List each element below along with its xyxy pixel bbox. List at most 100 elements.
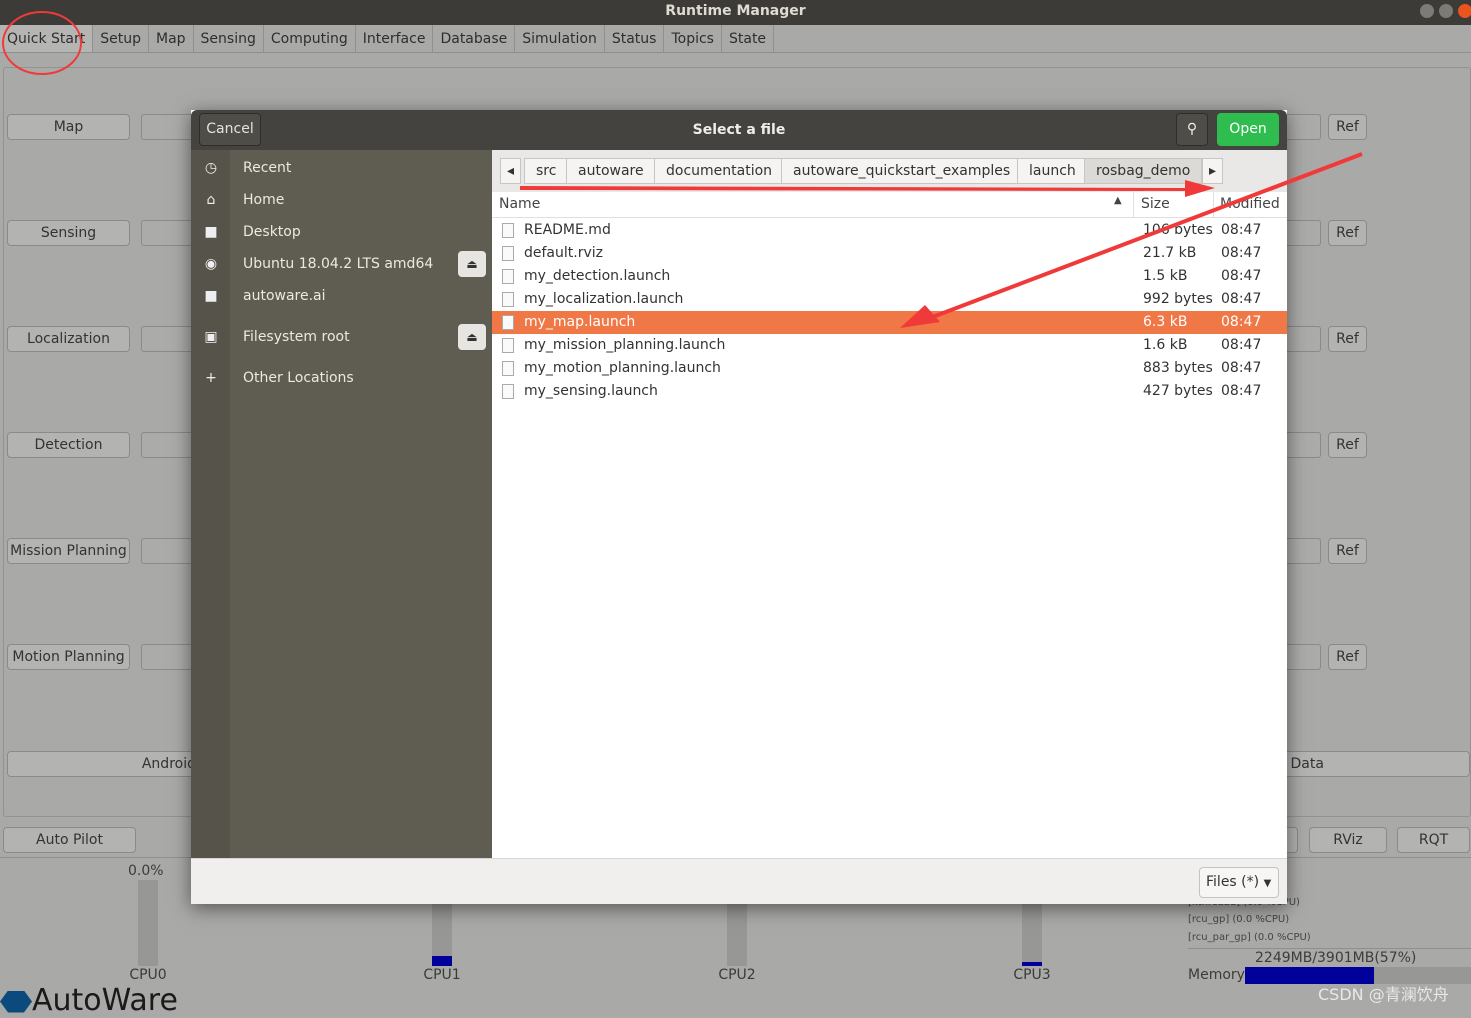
tab-sensing[interactable]: Sensing xyxy=(194,25,264,52)
title-bar: Runtime Manager xyxy=(0,0,1471,25)
file-modified: 08:47 xyxy=(1221,337,1262,353)
eject-icon[interactable]: ⏏ xyxy=(458,251,486,277)
file-row[interactable]: my_map.launch 6.3 kB 08:47 xyxy=(492,311,1287,334)
mission-planning-ref-button[interactable]: Ref xyxy=(1328,538,1367,564)
chevron-down-icon: ▼ xyxy=(1263,878,1272,889)
home-icon: ⌂ xyxy=(206,192,216,208)
file-size: 1.5 kB xyxy=(1143,268,1188,284)
file-icon xyxy=(502,361,514,376)
cpu0-percent: 0.0% xyxy=(128,863,164,879)
file-name: my_detection.launch xyxy=(524,268,671,284)
localization-ref-button[interactable]: Ref xyxy=(1328,326,1367,352)
tab-setup[interactable]: Setup xyxy=(93,25,149,52)
file-row[interactable]: my_motion_planning.launch 883 bytes 08:47 xyxy=(492,357,1287,380)
file-icon xyxy=(502,384,514,399)
modified-column-header[interactable]: Modified xyxy=(1220,196,1280,212)
cancel-button[interactable]: Cancel xyxy=(199,113,261,146)
sidebar-item-recent[interactable]: ◷ Recent xyxy=(191,153,492,183)
file-row[interactable]: default.rviz 21.7 kB 08:47 xyxy=(492,242,1287,265)
tab-database[interactable]: Database xyxy=(433,25,516,52)
name-column-header[interactable]: Name xyxy=(499,196,540,212)
path-crumb[interactable]: autoware_quickstart_examples xyxy=(781,158,1023,184)
path-crumb-current[interactable]: rosbag_demo xyxy=(1084,158,1203,184)
file-filter-dropdown[interactable]: Files (*) ▼ xyxy=(1199,867,1279,898)
divider xyxy=(1188,948,1471,949)
tab-state[interactable]: State xyxy=(722,25,775,52)
motion-planning-ref-button[interactable]: Ref xyxy=(1328,644,1367,670)
file-modified: 08:47 xyxy=(1221,360,1262,376)
map-button[interactable]: Map xyxy=(7,114,130,140)
size-column-header[interactable]: Size xyxy=(1141,196,1170,212)
column-header: Name ▲ Size Modified xyxy=(492,192,1287,218)
auto-pilot-button[interactable]: Auto Pilot xyxy=(3,827,136,853)
file-size: 427 bytes xyxy=(1143,383,1213,399)
file-size: 21.7 kB xyxy=(1143,245,1197,261)
search-button[interactable]: ⚲ xyxy=(1176,113,1208,146)
tab-quick-start[interactable]: Quick Start xyxy=(0,25,94,52)
detection-button[interactable]: Detection xyxy=(7,432,130,458)
path-crumb[interactable]: autoware xyxy=(566,158,656,184)
rviz-button[interactable]: RViz xyxy=(1309,827,1387,853)
rqt-button[interactable]: RQT xyxy=(1397,827,1470,853)
sidebar-item-other-locations[interactable]: + Other Locations xyxy=(191,363,492,393)
file-size: 106 bytes xyxy=(1143,222,1213,238)
file-row[interactable]: my_localization.launch 992 bytes 08:47 xyxy=(492,288,1287,311)
path-crumb[interactable]: documentation xyxy=(654,158,785,184)
file-size: 883 bytes xyxy=(1143,360,1213,376)
eject-icon[interactable]: ⏏ xyxy=(458,324,486,350)
folder-icon: ■ xyxy=(204,224,218,240)
sidebar-item-home[interactable]: ⌂ Home xyxy=(191,185,492,215)
file-icon xyxy=(502,292,514,307)
dialog-footer: Files (*) ▼ xyxy=(191,858,1287,904)
path-crumb[interactable]: src xyxy=(524,158,569,184)
tab-status[interactable]: Status xyxy=(605,25,665,52)
cpu2-label: CPU2 xyxy=(718,967,756,983)
tab-topics[interactable]: Topics xyxy=(664,25,722,52)
file-icon xyxy=(502,246,514,261)
file-name: my_motion_planning.launch xyxy=(524,360,721,376)
localization-button[interactable]: Localization xyxy=(7,326,130,352)
disc-icon: ◉ xyxy=(204,256,218,272)
close-button[interactable] xyxy=(1458,4,1471,18)
sidebar-item-desktop[interactable]: ■ Desktop xyxy=(191,217,492,247)
sidebar-item-ubuntu[interactable]: ◉ Ubuntu 18.04.2 LTS amd64 ⏏ xyxy=(191,249,492,279)
file-row[interactable]: my_sensing.launch 427 bytes 08:47 xyxy=(492,380,1287,403)
cpu0-bar xyxy=(138,880,158,966)
path-crumb[interactable]: launch xyxy=(1017,158,1088,184)
file-row[interactable]: my_detection.launch 1.5 kB 08:47 xyxy=(492,265,1287,288)
file-modified: 08:47 xyxy=(1221,268,1262,284)
cpu1-label: CPU1 xyxy=(423,967,461,983)
file-icon xyxy=(502,269,514,284)
file-row[interactable]: README.md 106 bytes 08:47 xyxy=(492,219,1287,242)
sidebar-item-autoware-ai[interactable]: ■ autoware.ai xyxy=(191,281,492,311)
open-button[interactable]: Open xyxy=(1217,113,1279,146)
sensing-button[interactable]: Sensing xyxy=(7,220,130,246)
map-ref-button[interactable]: Ref xyxy=(1328,114,1367,140)
clock-icon: ◷ xyxy=(204,160,218,176)
file-name: my_localization.launch xyxy=(524,291,684,307)
minimize-button[interactable] xyxy=(1420,4,1434,18)
mission-planning-button[interactable]: Mission Planning xyxy=(7,538,130,564)
motion-planning-button[interactable]: Motion Planning xyxy=(7,644,130,670)
drive-icon: ▣ xyxy=(204,329,218,345)
file-name: my_mission_planning.launch xyxy=(524,337,726,353)
file-chooser-dialog: Cancel Select a file ⚲ Open ◷ Recent ⌂ Hom… xyxy=(191,110,1287,904)
file-name: my_sensing.launch xyxy=(524,383,658,399)
sidebar-item-filesystem-root[interactable]: ▣ Filesystem root ⏏ xyxy=(191,322,492,352)
search-icon: ⚲ xyxy=(1186,121,1198,137)
tab-simulation[interactable]: Simulation xyxy=(515,25,605,52)
tab-computing[interactable]: Computing xyxy=(264,25,356,52)
file-row[interactable]: my_mission_planning.launch 1.6 kB 08:47 xyxy=(492,334,1287,357)
file-icon xyxy=(502,315,514,330)
file-icon xyxy=(502,223,514,238)
file-modified: 08:47 xyxy=(1221,314,1262,330)
sensing-ref-button[interactable]: Ref xyxy=(1328,220,1367,246)
file-size: 1.6 kB xyxy=(1143,337,1188,353)
path-forward-button[interactable]: ▸ xyxy=(1202,158,1224,184)
path-back-button[interactable]: ◂ xyxy=(500,158,522,184)
tab-interface[interactable]: Interface xyxy=(356,25,434,52)
file-icon xyxy=(502,338,514,353)
tab-map[interactable]: Map xyxy=(149,25,194,52)
maximize-button[interactable] xyxy=(1439,4,1453,18)
detection-ref-button[interactable]: Ref xyxy=(1328,432,1367,458)
